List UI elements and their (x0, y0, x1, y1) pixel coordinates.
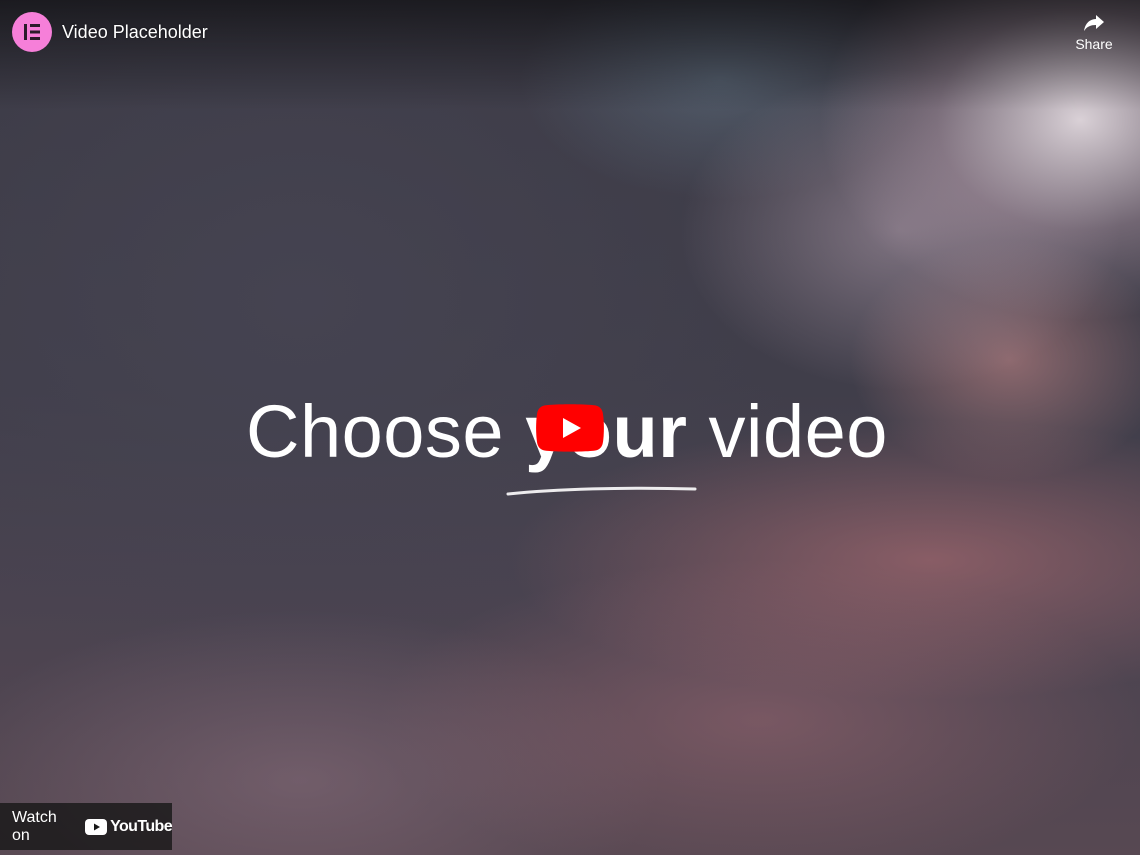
watch-on-label: Watch on (12, 808, 57, 844)
elementor-logo-icon (24, 24, 40, 40)
headline-underline-stroke (506, 486, 697, 496)
headline-text-start: Choose (246, 390, 526, 473)
share-button[interactable]: Share (1068, 10, 1120, 52)
youtube-wordmark: YouTube (85, 817, 173, 836)
headline-text-end: video (687, 390, 888, 473)
watch-on-youtube-button[interactable]: Watch on YouTube (0, 803, 173, 850)
video-title-link[interactable]: Video Placeholder (62, 20, 208, 44)
share-arrow-icon (1084, 15, 1104, 31)
youtube-play-icon[interactable] (536, 404, 604, 452)
channel-avatar[interactable] (12, 12, 52, 52)
top-gradient-overlay (0, 0, 1140, 110)
share-label: Share (1075, 36, 1113, 52)
video-player[interactable]: Video Placeholder Share Choose your vide… (0, 0, 1140, 855)
youtube-logo-icon (85, 818, 108, 835)
youtube-wordmark-text: YouTube (110, 817, 172, 835)
